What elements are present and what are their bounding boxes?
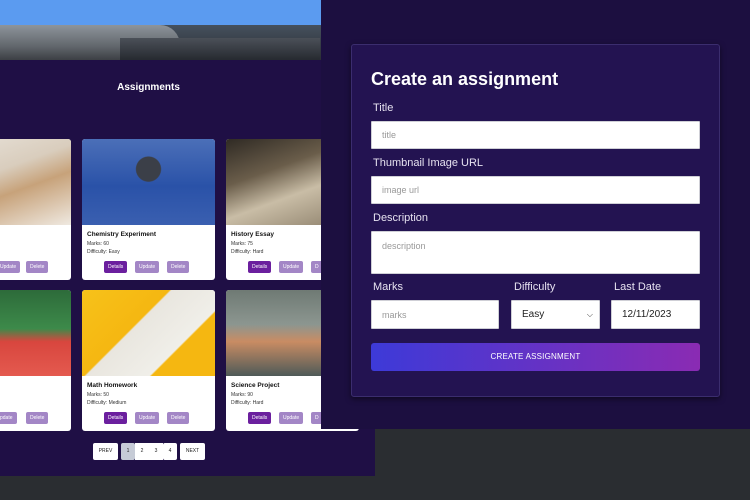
update-button[interactable]: Update: [135, 412, 160, 424]
card-title: Chemistry Experiment: [87, 231, 156, 238]
update-button[interactable]: Update: [279, 412, 304, 424]
pagination-page-3[interactable]: 3: [149, 443, 163, 460]
difficulty-value: Easy: [522, 309, 545, 320]
card-marks: Marks: 75: [231, 241, 253, 247]
marks-label: Marks: [373, 281, 403, 293]
details-button[interactable]: Details: [104, 412, 128, 424]
update-button[interactable]: Update: [279, 261, 304, 273]
create-assignment-modal: Create an assignment Title title Thumbna…: [321, 0, 750, 429]
card-marks: Marks: 90: [231, 392, 253, 398]
hero-image-shadow: [120, 38, 320, 60]
difficulty-label: Difficulty: [514, 281, 556, 293]
hero-banner: [0, 0, 321, 60]
card-title: Science Project: [231, 382, 280, 389]
update-button[interactable]: Update: [0, 261, 21, 273]
delete-button[interactable]: Delete: [26, 412, 49, 424]
pagination-page-2[interactable]: 2: [135, 443, 149, 460]
last-date-value: 12/11/2023: [622, 309, 672, 320]
create-assignment-form: Create an assignment Title title Thumbna…: [351, 44, 720, 397]
delete-button[interactable]: Delete: [26, 261, 49, 273]
last-date-input[interactable]: 12/11/2023: [611, 300, 700, 329]
card-difficulty: Difficulty: Hard: [231, 249, 264, 255]
card-title: History Essay: [231, 231, 274, 238]
marks-placeholder: marks: [382, 309, 407, 320]
last-date-label: Last Date: [614, 281, 662, 293]
card-thumbnail: [0, 290, 71, 376]
marks-input[interactable]: marks: [371, 300, 499, 329]
description-label: Description: [373, 212, 429, 224]
card-thumbnail: [82, 139, 215, 225]
pagination-page-1[interactable]: 1: [121, 443, 135, 460]
card-marks: Marks: 60: [87, 241, 109, 247]
section-title: Assignments: [117, 82, 180, 93]
details-button[interactable]: Details: [248, 412, 272, 424]
thumbnail-url-input[interactable]: image url: [371, 176, 700, 204]
assignment-card: Math Homework Marks: 50 Difficulty: Medi…: [82, 290, 215, 431]
card-difficulty: Difficulty: Medium: [87, 400, 127, 406]
thumbnail-url-label: Thumbnail Image URL: [373, 157, 484, 169]
title-input[interactable]: title: [371, 121, 700, 149]
title-label: Title: [373, 102, 394, 114]
card-difficulty: Difficulty: Easy: [87, 249, 120, 255]
card-thumbnail: [0, 139, 71, 225]
details-button[interactable]: Details: [248, 261, 272, 273]
description-textarea[interactable]: description: [371, 231, 700, 274]
form-title: Create an assignment: [371, 69, 559, 89]
chevron-down-icon: ⌵: [586, 309, 593, 319]
details-button[interactable]: Details: [104, 261, 128, 273]
delete-button[interactable]: Delete: [167, 261, 190, 273]
assignments-page: Assignments Update Delete Chemistry Expe…: [0, 0, 375, 476]
update-button[interactable]: Update: [135, 261, 160, 273]
pagination-page-4[interactable]: 4: [163, 443, 177, 460]
difficulty-select[interactable]: Easy ⌵: [511, 300, 600, 329]
card-marks: Marks: 50: [87, 392, 109, 398]
assignment-card: Chemistry Experiment Marks: 60 Difficult…: [82, 139, 215, 280]
card-difficulty: Difficulty: Hard: [231, 400, 264, 406]
thumbnail-url-placeholder: image url: [382, 185, 420, 195]
pagination-next[interactable]: NEXT: [180, 443, 205, 460]
pagination-prev[interactable]: PREV: [93, 443, 118, 460]
delete-button[interactable]: Delete: [167, 412, 190, 424]
update-button[interactable]: pdate: [0, 412, 17, 424]
card-title: Math Homework: [87, 382, 138, 389]
assignment-card: Update Delete: [0, 139, 71, 280]
title-placeholder: title: [382, 130, 397, 140]
description-placeholder: description: [382, 241, 426, 251]
card-thumbnail: [82, 290, 215, 376]
assignment-card: nment pdate Delete: [0, 290, 71, 431]
create-assignment-button[interactable]: CREATE ASSIGNMENT: [371, 343, 700, 371]
